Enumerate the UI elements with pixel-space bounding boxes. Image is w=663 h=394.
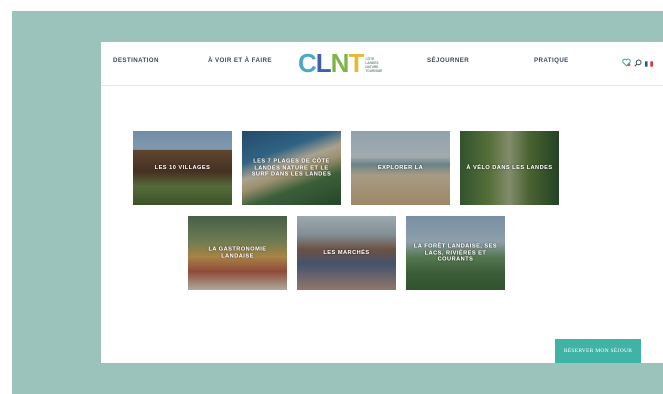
logo-letter-t: T xyxy=(348,48,364,78)
tile-foret[interactable]: LA FORÊT LANDAISE, SES LACS, RIVIÈRES ET… xyxy=(406,216,505,290)
tile-label: EXPLORER LA xyxy=(377,164,424,171)
logo-subtitle: CÔTE LANDES NATURE TOURISME xyxy=(365,57,382,73)
website-page: DESTINATION À VOIR ET À FAIRE CLNT CÔTE … xyxy=(101,42,663,363)
site-header: DESTINATION À VOIR ET À FAIRE CLNT CÔTE … xyxy=(101,42,663,86)
tile-plages[interactable]: LES 7 PLAGES DE CÔTE LANDES NATURE ET LE… xyxy=(242,131,341,205)
nav-sejourner[interactable]: SÉJOURNER xyxy=(427,57,469,64)
flag-fr-icon[interactable] xyxy=(645,54,653,72)
nav-destination[interactable]: DESTINATION xyxy=(113,57,159,64)
header-icons xyxy=(622,54,653,72)
book-stay-button[interactable]: RÉSERVER MON SÉJOUR xyxy=(555,339,641,363)
tile-villages[interactable]: LES 10 VILLAGES xyxy=(133,131,232,205)
logo-sub-line: TOURISME xyxy=(365,69,383,73)
logo-letter-l: L xyxy=(315,48,332,78)
search-icon[interactable] xyxy=(634,54,642,72)
logo-letter-n: N xyxy=(330,48,350,78)
tile-marches[interactable]: LES MARCHÉS xyxy=(297,216,396,290)
tile-label: LA GASTRONOMIE LANDAISE xyxy=(208,246,267,260)
site-logo[interactable]: CLNT CÔTE LANDES NATURE TOURISME xyxy=(298,48,382,78)
heart-icon[interactable] xyxy=(622,54,631,72)
tile-label: LES MARCHÉS xyxy=(323,249,370,256)
tile-gastronomie[interactable]: LA GASTRONOMIE LANDAISE xyxy=(188,216,287,290)
tile-velo[interactable]: À VÉLO DANS LES LANDES xyxy=(460,131,559,205)
tile-label: LA FORÊT LANDAISE, SES LACS, RIVIÈRES ET… xyxy=(413,243,498,263)
nav-voir-faire[interactable]: À VOIR ET À FAIRE xyxy=(208,57,272,64)
logo-letter-c: C xyxy=(298,48,317,78)
tile-label: LES 7 PLAGES DE CÔTE LANDES NATURE ET LE… xyxy=(251,158,332,178)
nav-pratique[interactable]: PRATIQUE xyxy=(534,57,569,64)
logo-letters: CLNT xyxy=(298,48,364,78)
tile-label: LES 10 VILLAGES xyxy=(154,164,211,171)
tile-label: À VÉLO DANS LES LANDES xyxy=(466,164,553,171)
tile-explorer[interactable]: EXPLORER LA xyxy=(351,131,450,205)
